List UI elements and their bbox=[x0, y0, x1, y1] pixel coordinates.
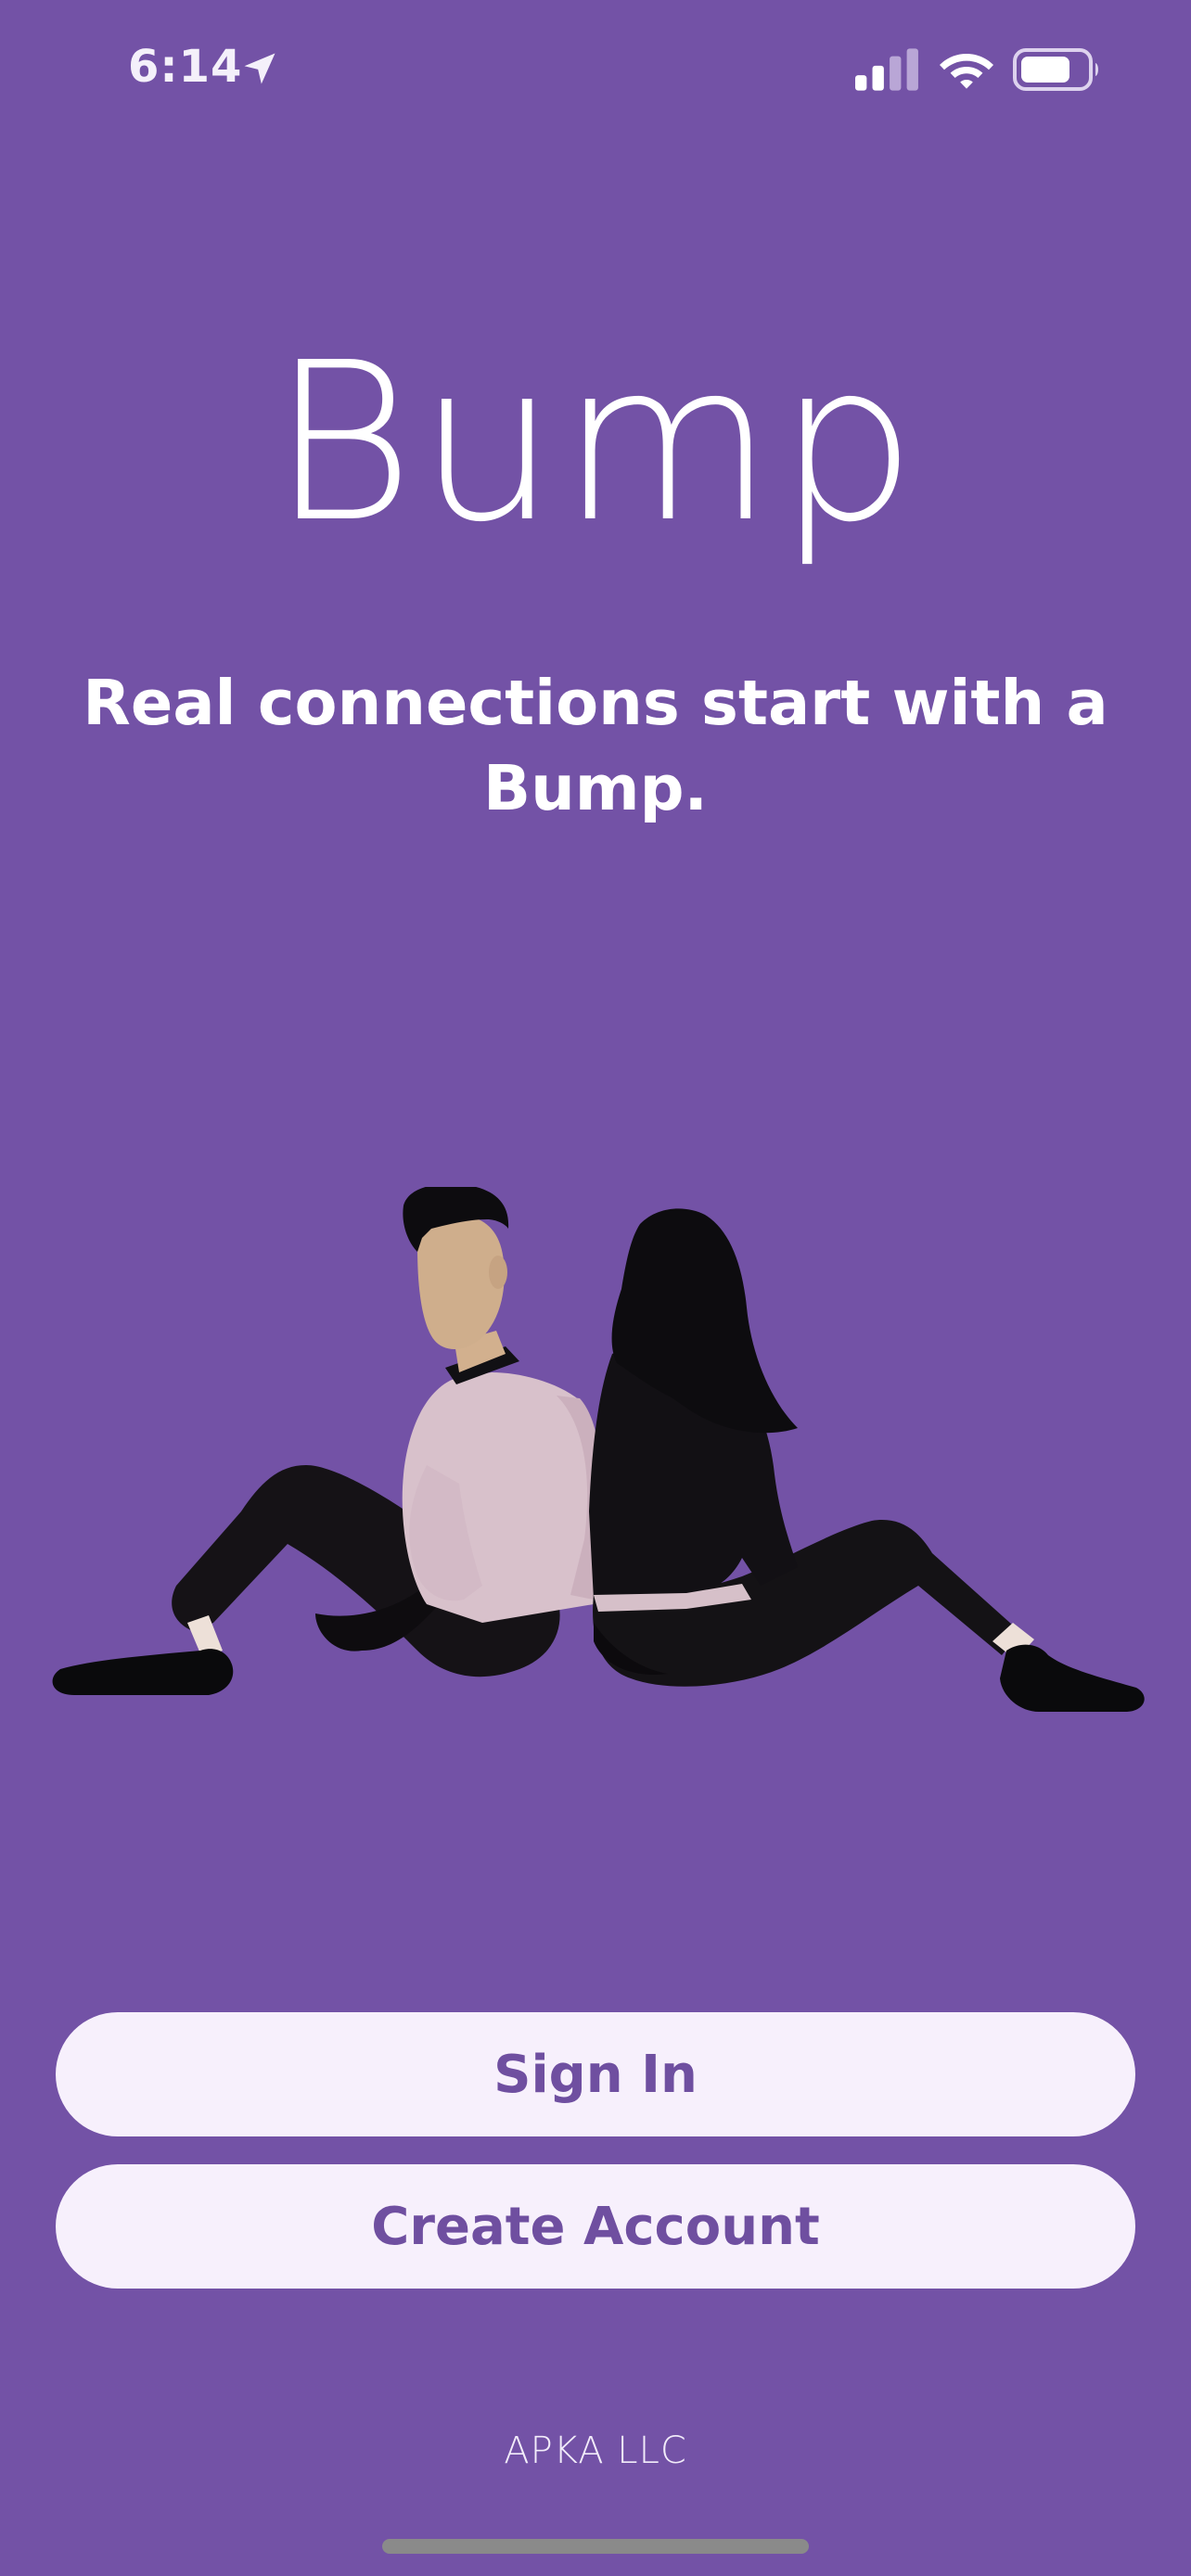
woman-figure bbox=[589, 1208, 1145, 1712]
location-arrow-icon bbox=[244, 53, 275, 84]
company-footer: APKA LLC bbox=[504, 2429, 687, 2472]
home-indicator[interactable] bbox=[382, 2539, 809, 2554]
man-figure bbox=[52, 1187, 603, 1695]
sign-in-button[interactable]: Sign In bbox=[56, 2012, 1135, 2136]
app-title: Bump bbox=[0, 334, 1191, 553]
status-bar: 6:14 bbox=[0, 0, 1191, 139]
tagline: Real connections start with a Bump. bbox=[83, 667, 1108, 824]
wifi-icon bbox=[940, 54, 993, 89]
cellular-signal-icon bbox=[855, 48, 918, 91]
create-account-button[interactable]: Create Account bbox=[56, 2164, 1135, 2289]
status-time: 6:14 bbox=[128, 41, 243, 93]
battery-icon bbox=[1013, 48, 1098, 91]
couple-illustration bbox=[52, 1187, 1145, 1712]
welcome-screen: 6:14 Bump Real connections start with a … bbox=[0, 0, 1191, 2576]
app-title-text: Bump bbox=[271, 315, 920, 570]
